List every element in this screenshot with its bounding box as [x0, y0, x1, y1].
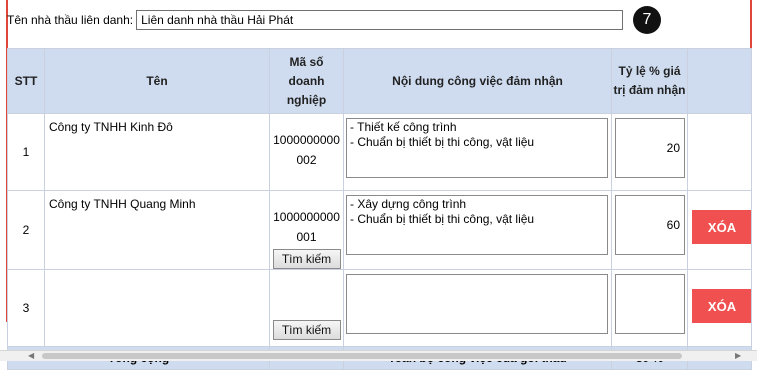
rate-input[interactable]: [615, 274, 685, 334]
search-button[interactable]: Tìm kiếm: [272, 320, 341, 340]
column-header-rate: Tỷ lệ % giá trị đảm nhận: [611, 48, 688, 114]
business-code-cell: Tìm kiếm: [269, 269, 344, 347]
actions-cell: XÓA: [687, 190, 752, 270]
table-row: 2 Công ty TNHH Quang Minh 1000000000 001…: [7, 190, 752, 270]
business-code: [270, 286, 343, 306]
tasks-cell: [343, 269, 612, 347]
tasks-textarea[interactable]: [346, 274, 608, 334]
company-name: Công ty TNHH Quang Minh: [44, 190, 270, 270]
rate-input[interactable]: 20: [615, 118, 685, 178]
consortium-members-table: STT Tên Mã số doanh nghiệp Nội dung công…: [7, 48, 752, 370]
column-header-code: Mã số doanh nghiệp: [269, 48, 344, 114]
column-header-stt: STT: [7, 48, 45, 114]
table-row: 3 Tìm kiếm XÓA: [7, 269, 752, 347]
business-code-line1: 1000000000: [273, 133, 340, 147]
row-stt: 3: [7, 269, 45, 347]
delete-button[interactable]: XÓA: [692, 289, 752, 323]
table-header-row: STT Tên Mã số doanh nghiệp Nội dung công…: [7, 48, 752, 114]
rate-cell: [611, 269, 688, 347]
search-button[interactable]: Tìm kiếm: [272, 249, 341, 269]
actions-cell: [687, 113, 752, 191]
rate-input[interactable]: 60: [615, 195, 685, 255]
joint-venture-label: Tên nhà thầu liên danh:: [7, 13, 134, 27]
rate-cell: 60: [611, 190, 688, 270]
business-code: 1000000000 002: [270, 130, 343, 170]
tasks-textarea[interactable]: - Xây dựng công trình - Chuẩn bị thiết b…: [346, 195, 608, 255]
company-name: [44, 269, 270, 347]
horizontal-scrollbar[interactable]: ◀ ▶: [0, 350, 757, 361]
business-code-line1: 1000000000: [273, 210, 340, 224]
business-code-cell: 1000000000 002: [269, 113, 344, 191]
row-stt: 2: [7, 190, 45, 270]
column-header-name: Tên: [44, 48, 270, 114]
row-stt: 1: [7, 113, 45, 191]
tasks-cell: - Thiết kế công trình - Chuẩn bị thiết b…: [343, 113, 612, 191]
column-header-actions: [687, 48, 752, 114]
joint-venture-name-input[interactable]: [136, 10, 624, 30]
tasks-textarea[interactable]: - Thiết kế công trình - Chuẩn bị thiết b…: [346, 118, 608, 178]
joint-venture-row: Tên nhà thầu liên danh:: [7, 8, 624, 32]
column-header-tasks: Nội dung công việc đảm nhận: [343, 48, 612, 114]
step-number-badge: 7: [633, 6, 661, 34]
actions-cell: XÓA: [687, 269, 752, 347]
scrollbar-thumb[interactable]: [42, 353, 682, 359]
business-code: 1000000000 001: [270, 207, 343, 247]
delete-button[interactable]: XÓA: [692, 210, 752, 244]
tasks-cell: - Xây dựng công trình - Chuẩn bị thiết b…: [343, 190, 612, 270]
business-code-cell: 1000000000 001 Tìm kiếm: [269, 190, 344, 270]
company-name: Công ty TNHH Kinh Đô: [44, 113, 270, 191]
rate-cell: 20: [611, 113, 688, 191]
business-code-line2: 001: [296, 230, 317, 244]
table-row: 1 Công ty TNHH Kinh Đô 1000000000 002 - …: [7, 113, 752, 191]
business-code-line2: 002: [296, 153, 317, 167]
